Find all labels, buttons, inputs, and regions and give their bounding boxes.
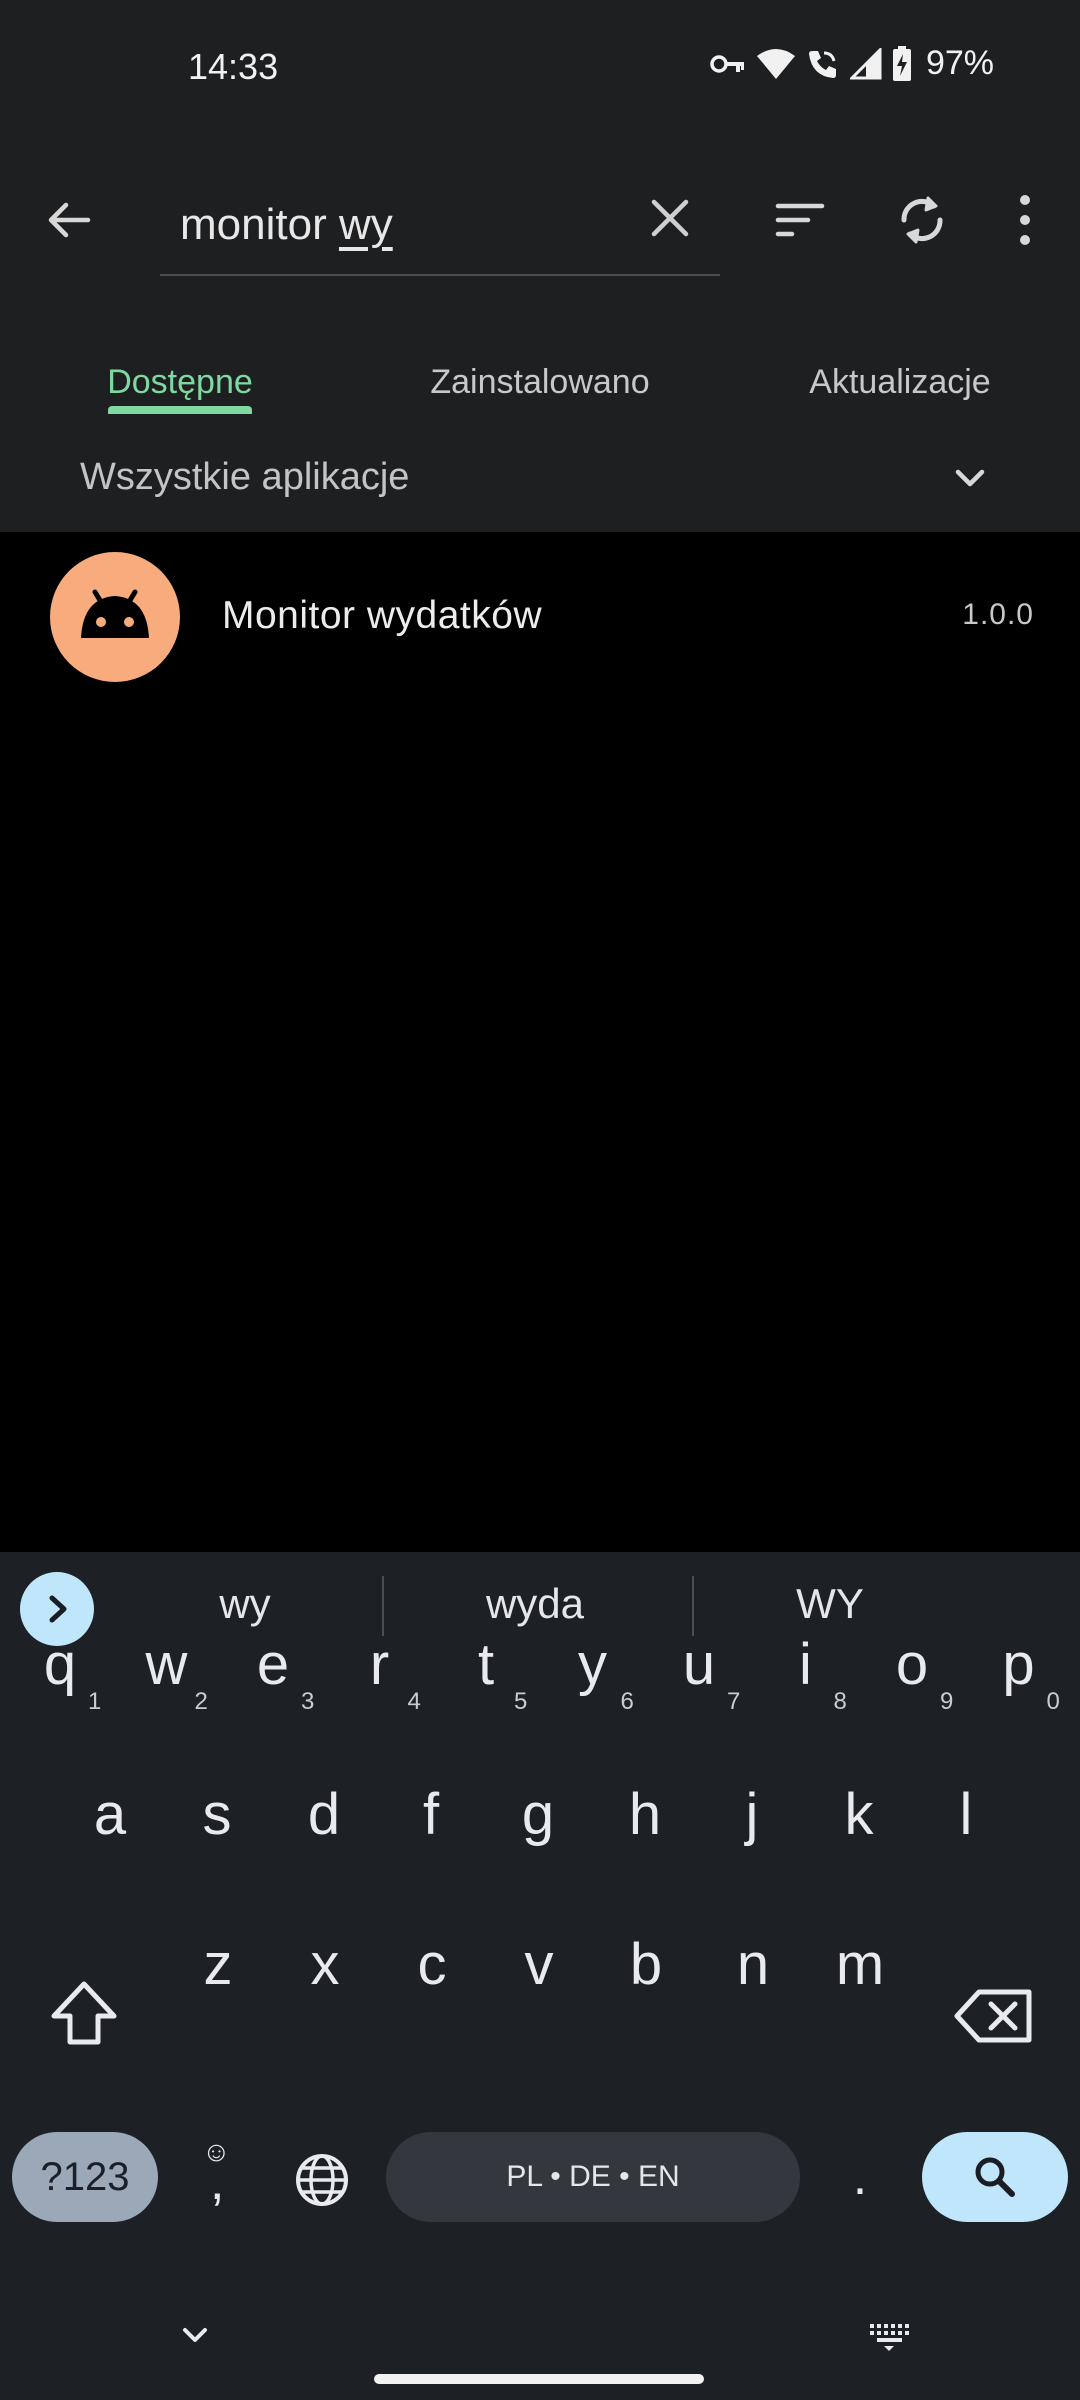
app-icon [50,552,180,682]
android-icon [81,589,149,638]
key-v[interactable]: v [489,1900,589,2030]
app-name: Monitor wydatków [222,594,543,637]
search-action-key[interactable] [922,2132,1068,2222]
comma-label: , [210,2153,225,2211]
wifi-icon [756,48,795,79]
shift-key[interactable] [34,1966,134,2066]
key-x[interactable]: x [275,1900,375,2030]
sync-icon [901,196,943,244]
tab-available[interactable]: Dostępne [60,332,300,432]
cell-signal-icon [849,47,882,79]
key-hint: 2 [194,1688,208,1715]
battery-charging-icon [892,45,911,81]
more-vert-icon [1020,195,1030,245]
globe-icon [296,2154,348,2206]
key-hint: 9 [940,1688,954,1715]
tab-updates[interactable]: Aktualizacje [780,332,1020,432]
more-options-button[interactable] [1000,188,1050,252]
backspace-icon [954,1989,1032,2043]
category-filter-dropdown[interactable]: Wszystkie aplikacje [0,432,1080,532]
backspace-key[interactable] [945,1966,1045,2066]
key-d[interactable]: d [274,1750,374,1880]
key-j[interactable]: j [702,1750,802,1880]
key-hint: 3 [301,1688,315,1715]
status-bar: 14:33 97% [0,0,1080,132]
key-g[interactable]: g [488,1750,588,1880]
status-icons: 97% [710,44,994,83]
vpn-key-icon [710,54,744,73]
category-filter-label: Wszystkie aplikacje [80,456,410,498]
keyboard-icon [870,2324,909,2351]
close-icon [651,199,689,237]
key-h[interactable]: h [595,1750,695,1880]
key-m[interactable]: m [810,1900,910,2030]
key-hint: 8 [833,1688,847,1715]
chevron-down-icon [955,469,985,487]
key-c[interactable]: c [382,1900,482,2030]
search-icon [975,2157,1015,2197]
emoji-comma-key[interactable]: ☺ , [180,2132,260,2222]
list-item[interactable]: Monitor wydatków 1.0.0 [0,552,1080,692]
search-field[interactable]: monitor wy [160,172,720,276]
language-switch-key[interactable] [292,2150,352,2210]
key-hint: 7 [727,1688,741,1715]
status-time: 14:33 [188,46,279,87]
search-input[interactable]: monitor wy [180,200,393,250]
results-list: Monitor wydatków 1.0.0 [0,532,1080,1552]
shift-icon [51,1981,117,2045]
active-tab-indicator [108,406,252,414]
switch-keyboard-button[interactable] [864,2316,914,2356]
space-key[interactable]: PL • DE • EN [386,2132,800,2222]
hide-keyboard-button[interactable] [170,2316,220,2356]
chevron-down-icon [183,2328,207,2342]
sync-button[interactable] [890,188,954,252]
app-version: 1.0.0 [962,598,1034,631]
key-hint: 0 [1046,1688,1060,1715]
key-s[interactable]: s [167,1750,267,1880]
search-text: monitor [180,200,339,249]
key-n[interactable]: n [703,1900,803,2030]
symbols-key[interactable]: ?123 [12,2132,158,2222]
battery-percentage: 97% [925,44,994,82]
back-button[interactable] [40,190,100,250]
wifi-calling-icon [808,50,836,78]
clear-search-button[interactable] [640,188,700,248]
key-k[interactable]: k [809,1750,909,1880]
sort-icon [775,203,825,237]
tab-bar: Dostępne Zainstalowano Aktualizacje [0,332,1080,432]
app-bar: monitor wy Dostępne Zainstalowano Aktual… [0,132,1080,532]
key-hint: 1 [88,1688,102,1715]
key-hint: 4 [407,1688,421,1715]
home-indicator[interactable] [374,2374,704,2384]
tab-installed[interactable]: Zainstalowano [400,332,680,432]
search-composing-text: wy [338,200,393,249]
sort-button[interactable] [770,190,830,250]
key-hint: 6 [620,1688,634,1715]
key-hint: 5 [514,1688,528,1715]
key-z[interactable]: z [168,1900,268,2030]
key-a[interactable]: a [60,1750,160,1880]
back-arrow-icon [48,202,91,238]
key-l[interactable]: l [916,1750,1016,1880]
key-b[interactable]: b [596,1900,696,2030]
period-key[interactable]: . [830,2132,890,2222]
key-f[interactable]: f [381,1750,481,1880]
